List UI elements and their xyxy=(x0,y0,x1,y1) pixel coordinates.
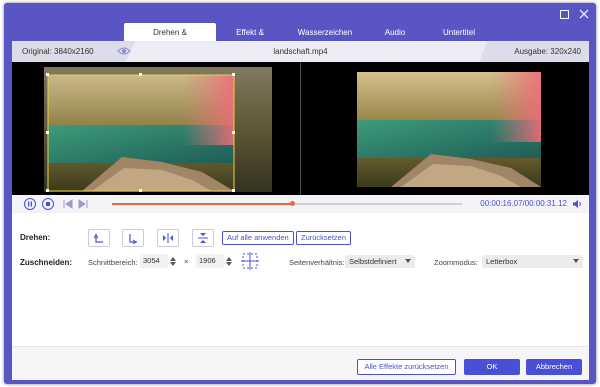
source-preview[interactable] xyxy=(12,62,300,195)
editor-panel: landschaft.mp4 Original: 3840x2160 Ausga… xyxy=(12,41,589,380)
info-bar: landschaft.mp4 Original: 3840x2160 Ausga… xyxy=(12,41,589,62)
flip-vertical-icon xyxy=(198,233,208,243)
playback-controls: 00:00:16.07/00:00:31.12 xyxy=(12,195,589,213)
chevron-down-icon xyxy=(573,259,579,263)
rotate-row: Drehen: Auf alle anwenden Zurücksetzen xyxy=(12,227,589,249)
stop-button[interactable] xyxy=(42,198,54,210)
aspect-ratio-value: Selbstdefiniert xyxy=(349,257,397,266)
titlebar-buttons xyxy=(558,8,590,20)
aspect-ratio-select[interactable]: Selbstdefiniert xyxy=(345,255,415,268)
time-display: 00:00:16.07/00:00:31.12 xyxy=(480,199,567,208)
crop-row: Zuschneiden: Schnittbereich: 3054 × 1906… xyxy=(12,251,589,273)
crop-height-stepper[interactable] xyxy=(225,254,233,268)
crop-height-input[interactable]: 1906 xyxy=(196,254,224,268)
crop-label: Zuschneiden: xyxy=(20,258,73,267)
output-resolution-text: Ausgabe: 320x240 xyxy=(514,47,581,56)
eye-icon[interactable] xyxy=(117,45,131,59)
rotate-right-button[interactable] xyxy=(122,229,144,247)
volume-icon[interactable] xyxy=(572,199,583,211)
rotate-label: Drehen: xyxy=(20,233,51,242)
crop-width-stepper[interactable] xyxy=(169,254,177,268)
crop-width-input[interactable]: 3054 xyxy=(140,254,168,268)
previous-frame-icon[interactable] xyxy=(63,199,73,211)
tab-subtitle[interactable]: Untertitel xyxy=(424,23,494,42)
reset-rotate-button[interactable]: Zurücksetzen xyxy=(296,231,352,245)
zoom-mode-select[interactable]: Letterbox xyxy=(482,255,583,268)
tab-rotate-crop[interactable]: Drehen & Zuschneiden xyxy=(124,23,216,56)
ok-button[interactable]: OK xyxy=(464,359,520,375)
rotate-left-button[interactable] xyxy=(88,229,110,247)
flip-vertical-button[interactable] xyxy=(192,229,214,247)
flip-horizontal-button[interactable] xyxy=(157,229,179,247)
aspect-ratio-label: Seitenverhältnis: xyxy=(289,258,345,267)
editor-window: Drehen & Zuschneiden Effekt & Filter Was… xyxy=(4,3,596,384)
maximize-icon[interactable] xyxy=(558,8,570,20)
tab-watermark[interactable]: Wasserzeichen xyxy=(284,23,366,42)
progress-fill xyxy=(112,203,293,205)
flip-horizontal-icon xyxy=(163,233,173,243)
output-resolution: Ausgabe: 320x240 xyxy=(479,41,589,62)
tab-bar: Drehen & Zuschneiden Effekt & Filter Was… xyxy=(124,23,494,56)
crop-area-label: Schnittbereich: xyxy=(88,258,138,267)
progress-bar[interactable] xyxy=(112,201,462,206)
close-icon[interactable] xyxy=(578,8,590,20)
cancel-button[interactable]: Abbrechen xyxy=(526,359,582,375)
original-resolution-text: Original: 3840x2160 xyxy=(22,47,94,56)
zoom-mode-label: Zoommodus: xyxy=(434,258,478,267)
progress-handle[interactable] xyxy=(290,201,296,206)
apply-to-all-button[interactable]: Auf alle anwenden xyxy=(222,231,294,245)
next-frame-icon[interactable] xyxy=(78,199,88,211)
preview-area xyxy=(12,62,589,195)
pause-button[interactable] xyxy=(24,198,36,210)
dialog-footer: Alle Effekte zurücksetzen OK Abbrechen xyxy=(12,346,589,380)
chevron-down-icon xyxy=(405,259,411,263)
output-preview xyxy=(357,72,541,187)
tab-audio[interactable]: Audio xyxy=(368,23,422,42)
center-crop-icon[interactable] xyxy=(241,252,259,272)
rotate-right-icon xyxy=(129,234,137,244)
tab-effect-filter[interactable]: Effekt & Filter xyxy=(218,23,282,56)
zoom-mode-value: Letterbox xyxy=(486,257,518,266)
rotate-left-icon xyxy=(93,234,103,243)
times-sign: × xyxy=(184,257,189,266)
reset-all-effects-button[interactable]: Alle Effekte zurücksetzen xyxy=(357,359,456,375)
